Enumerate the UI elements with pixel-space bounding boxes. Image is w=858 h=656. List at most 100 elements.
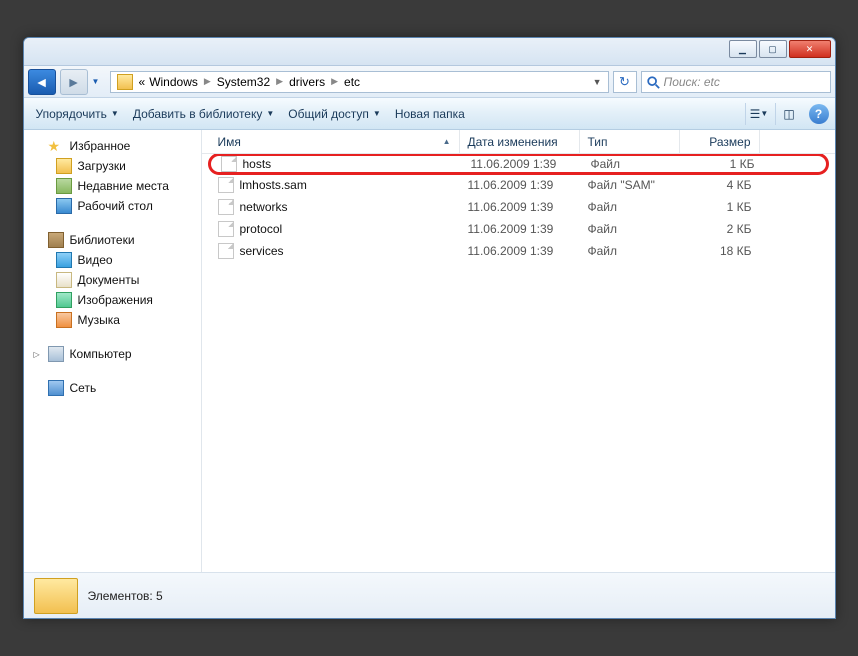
chevron-down-icon: ▼ <box>111 109 119 118</box>
sidebar-libraries: Библиотеки Видео Документы Изображения М… <box>24 230 201 330</box>
music-icon <box>56 312 72 328</box>
file-type: Файл <box>583 157 683 171</box>
address-bar[interactable]: « Windows ▶ System32 ▶ drivers ▶ etc ▼ <box>110 71 609 93</box>
sidebar-item-music[interactable]: Музыка <box>24 310 201 330</box>
file-icon <box>218 177 234 193</box>
forward-button[interactable]: ► <box>60 69 88 95</box>
organize-button[interactable]: Упорядочить ▼ <box>30 105 125 123</box>
chevron-right-icon[interactable]: ▶ <box>276 76 283 87</box>
file-name: protocol <box>240 222 283 236</box>
sidebar-item-desktop[interactable]: Рабочий стол <box>24 196 201 216</box>
chevron-down-icon: ▼ <box>760 109 768 118</box>
minimize-button[interactable]: ▁ <box>729 40 757 58</box>
sidebar-favorites: ★ Избранное Загрузки Недавние места Рабо… <box>24 136 201 216</box>
file-date: 11.06.2009 1:39 <box>460 200 580 214</box>
computer-icon <box>48 346 64 362</box>
sidebar-computer: ▷ Компьютер <box>24 344 201 364</box>
file-name: services <box>240 244 284 258</box>
file-row[interactable]: lmhosts.sam 11.06.2009 1:39Файл "SAM"4 КБ <box>202 174 835 196</box>
view-button[interactable]: ☰ ▼ <box>745 103 773 125</box>
file-name: lmhosts.sam <box>240 178 307 192</box>
file-size: 2 КБ <box>680 222 760 236</box>
network-icon <box>48 380 64 396</box>
chevron-right-icon[interactable]: ▶ <box>204 76 211 87</box>
sidebar-network: Сеть <box>24 378 201 398</box>
col-type[interactable]: Тип <box>580 130 680 153</box>
file-icon <box>218 199 234 215</box>
breadcrumb-part[interactable]: etc <box>342 75 362 89</box>
col-date[interactable]: Дата изменения <box>460 130 580 153</box>
maximize-button[interactable]: ▢ <box>759 40 787 58</box>
breadcrumb-part[interactable]: System32 <box>215 75 272 89</box>
file-date: 11.06.2009 1:39 <box>463 157 583 171</box>
file-date: 11.06.2009 1:39 <box>460 244 580 258</box>
body: ★ Избранное Загрузки Недавние места Рабо… <box>24 130 835 572</box>
file-row[interactable]: hosts11.06.2009 1:39Файл1 КБ <box>208 154 829 175</box>
breadcrumb-lead: « <box>137 75 148 89</box>
file-type: Файл <box>580 222 680 236</box>
favorites-header[interactable]: ★ Избранное <box>24 136 201 156</box>
newfolder-button[interactable]: Новая папка <box>389 105 471 123</box>
file-size: 1 КБ <box>680 200 760 214</box>
file-name: hosts <box>243 157 272 171</box>
file-row[interactable]: protocol 11.06.2009 1:39Файл2 КБ <box>202 218 835 240</box>
refresh-button[interactable]: ↻ <box>613 71 637 93</box>
sidebar-item-pictures[interactable]: Изображения <box>24 290 201 310</box>
sidebar-item-downloads[interactable]: Загрузки <box>24 156 201 176</box>
share-button[interactable]: Общий доступ ▼ <box>282 105 387 123</box>
navbar: ◄ ► ▼ « Windows ▶ System32 ▶ drivers ▶ e… <box>24 66 835 98</box>
help-button[interactable]: ? <box>809 104 829 124</box>
file-list[interactable]: hosts11.06.2009 1:39Файл1 КБlmhosts.sam1… <box>202 154 835 572</box>
address-dropdown[interactable]: ▼ <box>589 77 606 87</box>
computer-header[interactable]: ▷ Компьютер <box>24 344 201 364</box>
search-icon <box>646 75 660 89</box>
file-name: networks <box>240 200 288 214</box>
file-row[interactable]: networks 11.06.2009 1:39Файл1 КБ <box>202 196 835 218</box>
recent-icon <box>56 178 72 194</box>
col-size[interactable]: Размер <box>680 130 760 153</box>
folder-icon <box>34 578 78 614</box>
file-icon <box>218 221 234 237</box>
file-date: 11.06.2009 1:39 <box>460 222 580 236</box>
chevron-down-icon: ▼ <box>373 109 381 118</box>
breadcrumb-part[interactable]: drivers <box>287 75 327 89</box>
file-row[interactable]: services11.06.2009 1:39Файл18 КБ <box>202 240 835 262</box>
preview-pane-button[interactable]: ◫ <box>775 103 803 125</box>
column-headers: Имя ▲ Дата изменения Тип Размер <box>202 130 835 154</box>
sidebar-item-video[interactable]: Видео <box>24 250 201 270</box>
star-icon: ★ <box>48 138 64 154</box>
file-date: 11.06.2009 1:39 <box>460 178 580 192</box>
col-name[interactable]: Имя ▲ <box>210 130 460 153</box>
chevron-right-icon[interactable]: ▶ <box>331 76 338 87</box>
desktop-icon <box>56 198 72 214</box>
libraries-icon <box>48 232 64 248</box>
folder-icon <box>117 74 133 90</box>
breadcrumb-part[interactable]: Windows <box>147 75 200 89</box>
file-size: 4 КБ <box>680 178 760 192</box>
back-button[interactable]: ◄ <box>28 69 56 95</box>
pictures-icon <box>56 292 72 308</box>
sort-asc-icon: ▲ <box>443 137 451 146</box>
titlebar: ▁ ▢ ✕ <box>24 38 835 66</box>
libraries-header[interactable]: Библиотеки <box>24 230 201 250</box>
libadd-button[interactable]: Добавить в библиотеку ▼ <box>127 105 280 123</box>
file-type: Файл "SAM" <box>580 178 680 192</box>
video-icon <box>56 252 72 268</box>
history-dropdown[interactable]: ▼ <box>92 77 106 86</box>
downloads-icon <box>56 158 72 174</box>
sidebar-item-recent[interactable]: Недавние места <box>24 176 201 196</box>
network-header[interactable]: Сеть <box>24 378 201 398</box>
documents-icon <box>56 272 72 288</box>
statusbar: Элементов: 5 <box>24 572 835 618</box>
file-type: Файл <box>580 200 680 214</box>
close-button[interactable]: ✕ <box>789 40 831 58</box>
file-icon <box>221 156 237 172</box>
search-placeholder: Поиск: etc <box>664 75 720 89</box>
file-pane: Имя ▲ Дата изменения Тип Размер hosts 11.… <box>202 130 835 572</box>
search-input[interactable]: Поиск: etc <box>641 71 831 93</box>
toolbar: Упорядочить ▼ Добавить в библиотеку ▼ Об… <box>24 98 835 130</box>
caret-right-icon: ▷ <box>34 350 42 359</box>
file-icon <box>218 243 234 259</box>
sidebar-item-documents[interactable]: Документы <box>24 270 201 290</box>
chevron-down-icon: ▼ <box>266 109 274 118</box>
